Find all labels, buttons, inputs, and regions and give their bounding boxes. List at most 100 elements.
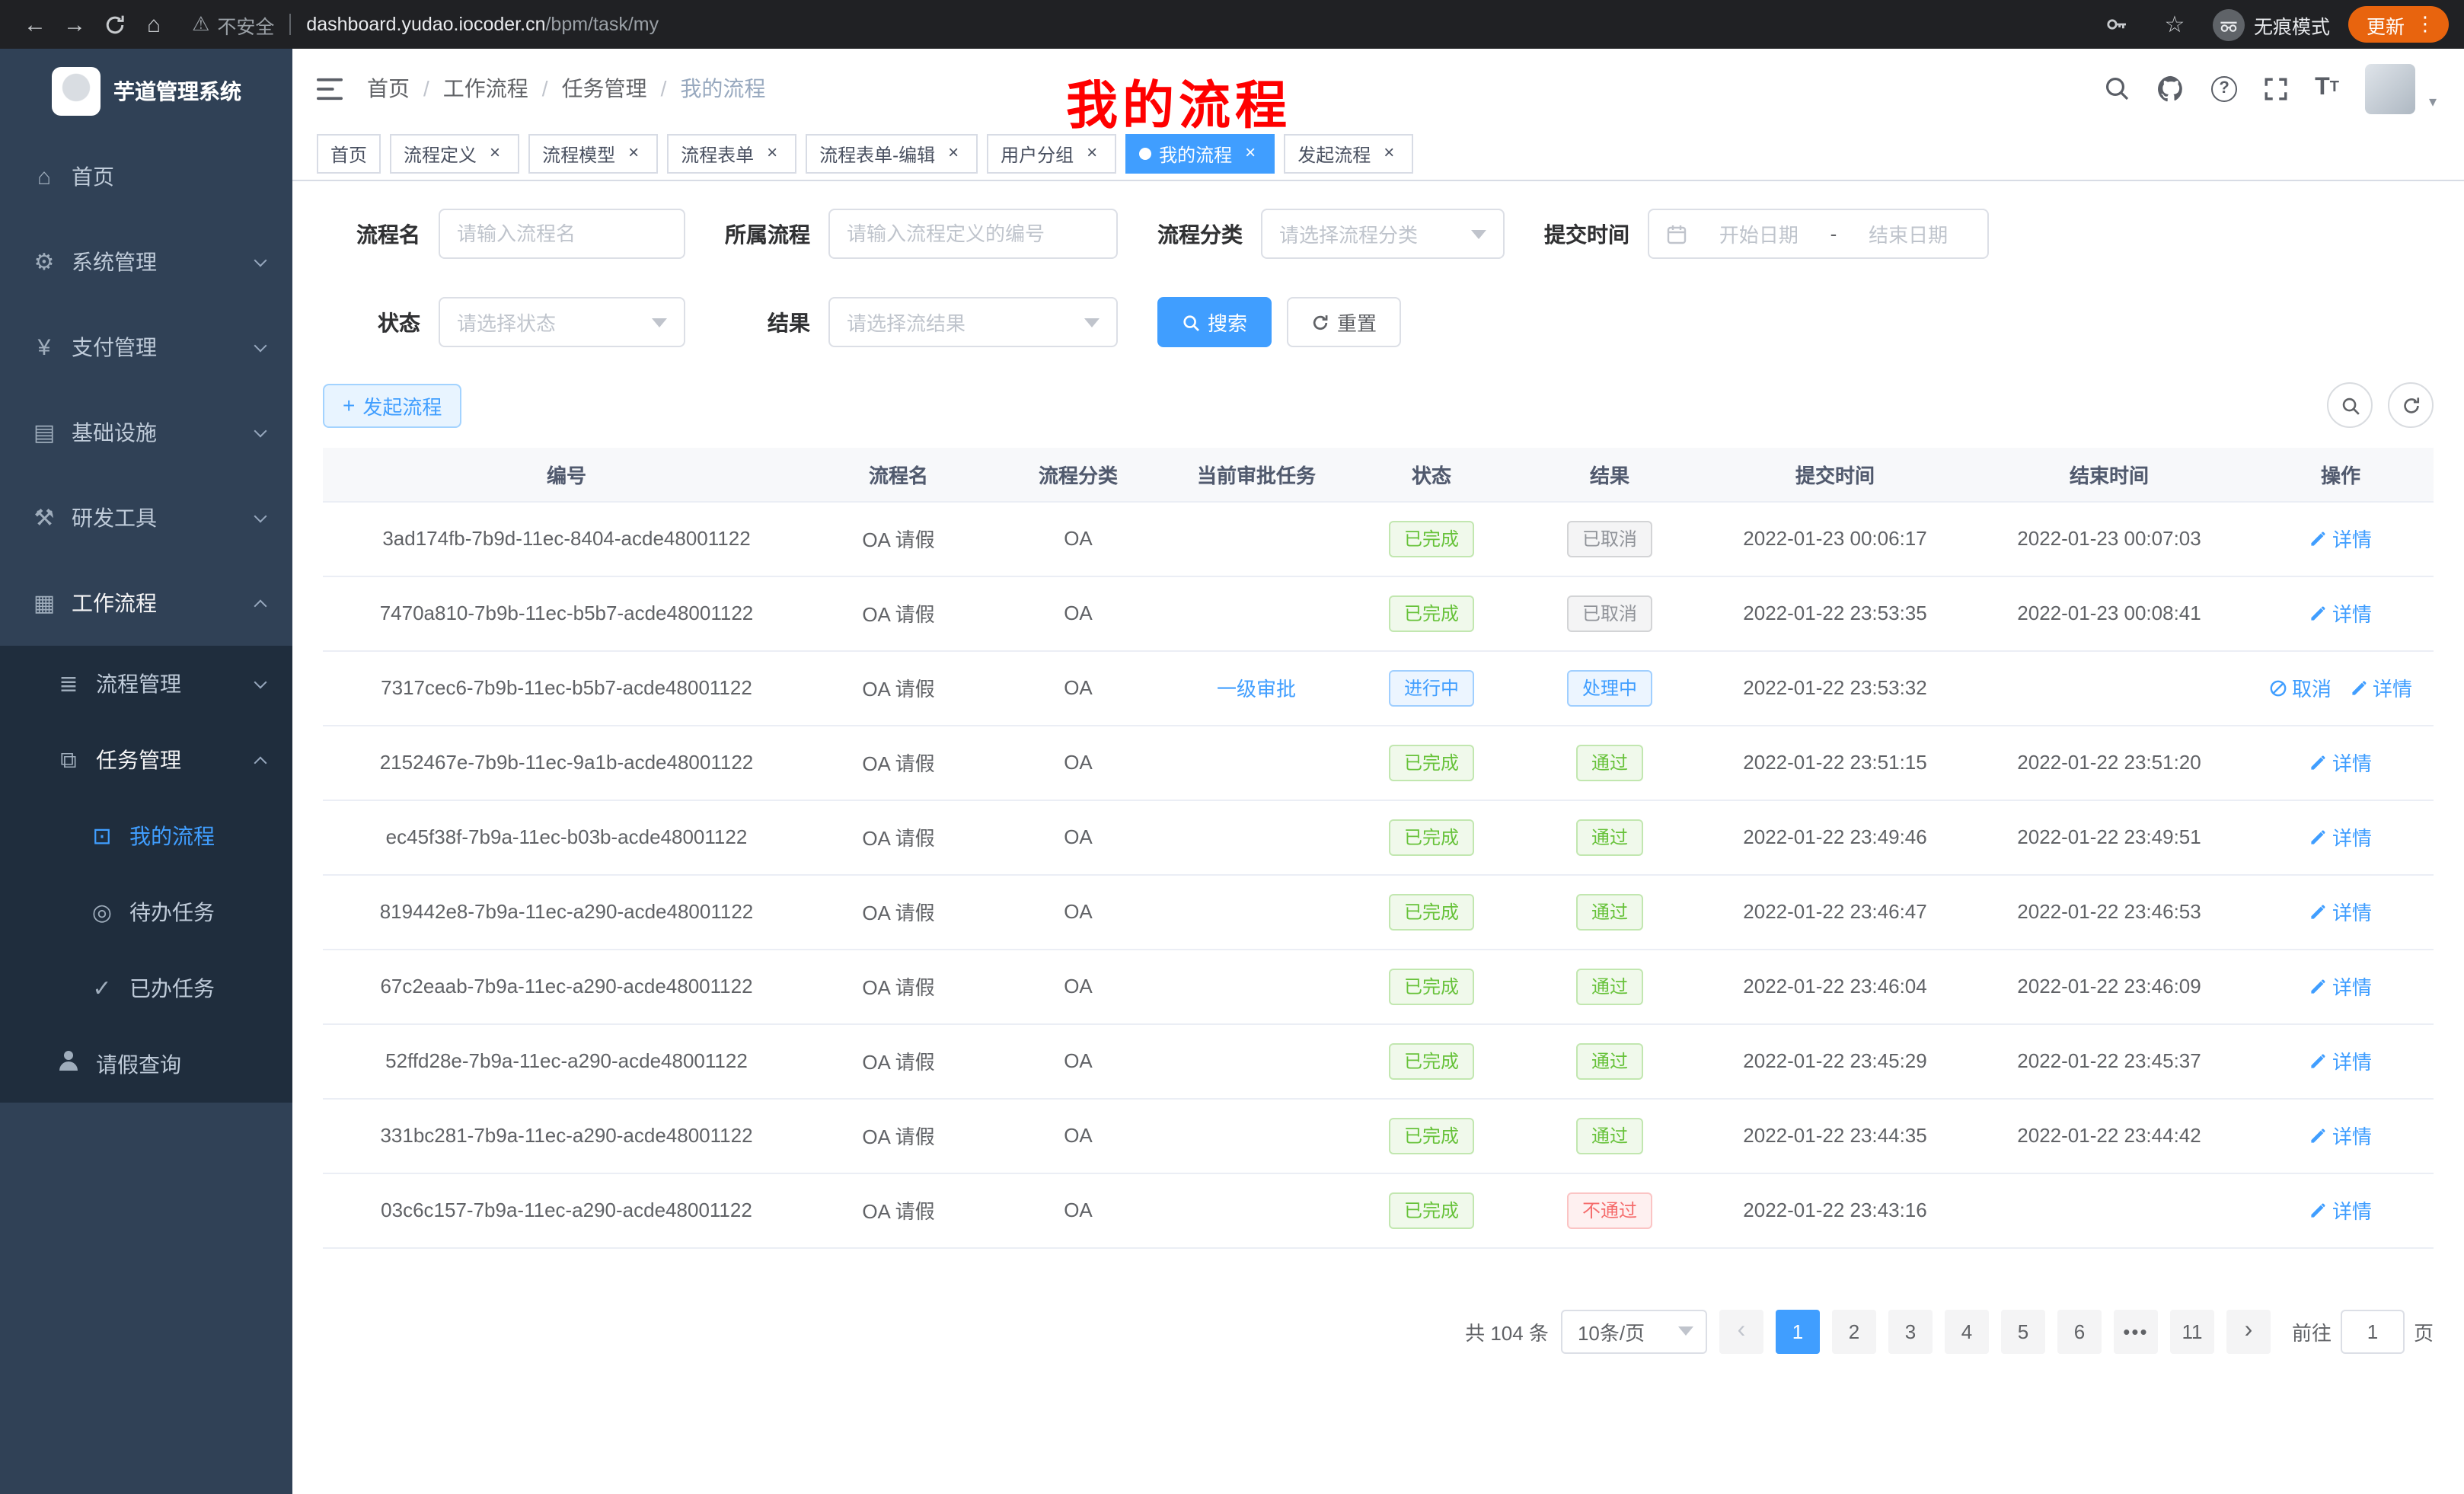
- process-name-input[interactable]: [439, 209, 685, 259]
- sidebar-item-home[interactable]: ⌂ 首页: [0, 134, 292, 219]
- prev-page-button[interactable]: ‹: [1719, 1309, 1763, 1353]
- search-icon[interactable]: [2103, 75, 2130, 102]
- key-icon[interactable]: [2097, 5, 2137, 44]
- sidebar-item-payment[interactable]: ¥ 支付管理: [0, 305, 292, 390]
- status-select[interactable]: 请选择状态: [439, 297, 685, 347]
- cell-process-name: OA 请假: [810, 874, 987, 949]
- page-button[interactable]: 3: [1888, 1309, 1933, 1353]
- result-select[interactable]: 请选择流结果: [828, 297, 1118, 347]
- avatar[interactable]: [2365, 63, 2415, 113]
- status-tag: 已完成: [1389, 595, 1474, 631]
- page-button[interactable]: 5: [2001, 1309, 2045, 1353]
- page-button[interactable]: 11: [2170, 1309, 2214, 1353]
- detail-action-link[interactable]: 详情: [2350, 673, 2412, 702]
- browser-menu-icon[interactable]: ⋮: [2415, 12, 2435, 37]
- close-icon[interactable]: ×: [1240, 143, 1261, 164]
- result-tag: 处理中: [1567, 669, 1652, 706]
- breadcrumb-home[interactable]: 首页: [367, 73, 410, 104]
- sidebar-item-process-management[interactable]: ≣ 流程管理: [0, 646, 292, 722]
- home-button[interactable]: ⌂: [134, 5, 174, 44]
- sidebar-item-system[interactable]: ⚙ 系统管理: [0, 219, 292, 305]
- cell-process-id: ec45f38f-7b9a-11ec-b03b-acde48001122: [323, 800, 810, 874]
- detail-action-link[interactable]: 详情: [2309, 524, 2372, 553]
- sidebar-item-my-process[interactable]: ⊡ 我的流程: [0, 798, 292, 874]
- reset-button[interactable]: 重置: [1287, 297, 1401, 347]
- detail-action-link[interactable]: 详情: [2309, 897, 2372, 926]
- detail-action-link[interactable]: 详情: [2309, 748, 2372, 777]
- update-button[interactable]: 更新 ⋮: [2348, 6, 2449, 43]
- page-button[interactable]: 4: [1945, 1309, 1989, 1353]
- bookmark-star-icon[interactable]: ☆: [2155, 5, 2194, 44]
- cancel-action-link[interactable]: 取消: [2269, 673, 2332, 702]
- sidebar-item-task-management[interactable]: ⧉ 任务管理: [0, 722, 292, 798]
- cell-current-task: [1170, 949, 1343, 1023]
- todo-icon: ◎: [88, 899, 116, 926]
- goto-page-input[interactable]: [2341, 1309, 2405, 1353]
- sidebar-item-label: 请假查询: [96, 1049, 181, 1080]
- tab-my-process[interactable]: 我的流程×: [1125, 134, 1275, 174]
- sidebar-item-todo-tasks[interactable]: ◎ 待办任务: [0, 874, 292, 950]
- category-select[interactable]: 请选择流程分类: [1261, 209, 1505, 259]
- cell-actions: 详情: [2248, 1173, 2434, 1247]
- hamburger-menu-icon[interactable]: [317, 77, 343, 100]
- create-process-button[interactable]: + 发起流程: [323, 383, 461, 427]
- breadcrumb-workflow[interactable]: 工作流程: [443, 73, 528, 104]
- close-icon[interactable]: ×: [1378, 143, 1400, 164]
- refresh-button[interactable]: [94, 5, 134, 44]
- detail-action-link[interactable]: 详情: [2309, 599, 2372, 627]
- tab-home[interactable]: 首页: [317, 134, 381, 174]
- cell-actions: 详情: [2248, 874, 2434, 949]
- sidebar-item-workflow[interactable]: ▦ 工作流程: [0, 560, 292, 646]
- font-size-icon[interactable]: TT: [2315, 76, 2339, 101]
- close-icon[interactable]: ×: [943, 143, 964, 164]
- cell-submit-time: 2022-01-22 23:53:35: [1700, 576, 1971, 650]
- page-button[interactable]: 2: [1832, 1309, 1876, 1353]
- detail-action-link[interactable]: 详情: [2309, 972, 2372, 1001]
- tab-start-process[interactable]: 发起流程×: [1284, 134, 1413, 174]
- back-button[interactable]: ←: [15, 5, 55, 44]
- detail-action-link[interactable]: 详情: [2309, 1196, 2372, 1224]
- column-header: 操作: [2248, 448, 2434, 501]
- close-icon[interactable]: ×: [484, 143, 506, 164]
- close-icon[interactable]: ×: [1081, 143, 1103, 164]
- sidebar-item-leave-query[interactable]: 请假查询: [0, 1026, 292, 1103]
- detail-action-link[interactable]: 详情: [2309, 822, 2372, 851]
- column-header: 流程分类: [987, 448, 1170, 501]
- page-button[interactable]: 1: [1776, 1309, 1820, 1353]
- tab-process-definition[interactable]: 流程定义×: [390, 134, 519, 174]
- help-icon[interactable]: ?: [2211, 75, 2237, 101]
- sidebar-item-devtools[interactable]: ⚒ 研发工具: [0, 475, 292, 560]
- tab-process-form[interactable]: 流程表单×: [667, 134, 796, 174]
- cell-process-id: 819442e8-7b9a-11ec-a290-acde48001122: [323, 874, 810, 949]
- page-button[interactable]: 6: [2057, 1309, 2102, 1353]
- submit-time-range-picker[interactable]: 开始日期 - 结束日期: [1648, 209, 1989, 259]
- tab-process-model[interactable]: 流程模型×: [528, 134, 658, 174]
- tab-process-form-edit[interactable]: 流程表单-编辑×: [806, 134, 978, 174]
- app-logo[interactable]: 芋道管理系统: [0, 49, 292, 134]
- tab-user-group[interactable]: 用户分组×: [987, 134, 1116, 174]
- total-count: 共 104 条: [1465, 1317, 1549, 1346]
- detail-action-link[interactable]: 详情: [2309, 1121, 2372, 1150]
- sidebar-item-infrastructure[interactable]: ▤ 基础设施: [0, 390, 292, 475]
- parent-process-input[interactable]: [828, 209, 1118, 259]
- page-ellipsis-button[interactable]: •••: [2114, 1309, 2158, 1353]
- sidebar-item-done-tasks[interactable]: ✓ 已办任务: [0, 950, 292, 1026]
- current-task-link[interactable]: 一级审批: [1217, 678, 1296, 701]
- my-process-icon: ⊡: [88, 822, 116, 850]
- toggle-search-button[interactable]: [2327, 382, 2373, 428]
- detail-action-link[interactable]: 详情: [2309, 1046, 2372, 1075]
- cell-submit-time: 2022-01-22 23:43:16: [1700, 1173, 1971, 1247]
- next-page-button[interactable]: ›: [2226, 1309, 2271, 1353]
- cell-current-task: [1170, 1098, 1343, 1173]
- breadcrumb-task-management[interactable]: 任务管理: [562, 73, 647, 104]
- github-icon[interactable]: [2156, 74, 2185, 103]
- fullscreen-icon[interactable]: [2263, 75, 2289, 101]
- address-bar[interactable]: ⚠ 不安全 dashboard.yudao.iocoder.cn/bpm/tas…: [192, 10, 659, 39]
- refresh-table-button[interactable]: [2388, 382, 2434, 428]
- page-size-select[interactable]: 10条/页: [1561, 1309, 1707, 1353]
- forward-button[interactable]: →: [55, 5, 94, 44]
- close-icon[interactable]: ×: [761, 143, 783, 164]
- cell-status: 已完成: [1343, 949, 1520, 1023]
- search-button[interactable]: 搜索: [1157, 297, 1272, 347]
- close-icon[interactable]: ×: [623, 143, 644, 164]
